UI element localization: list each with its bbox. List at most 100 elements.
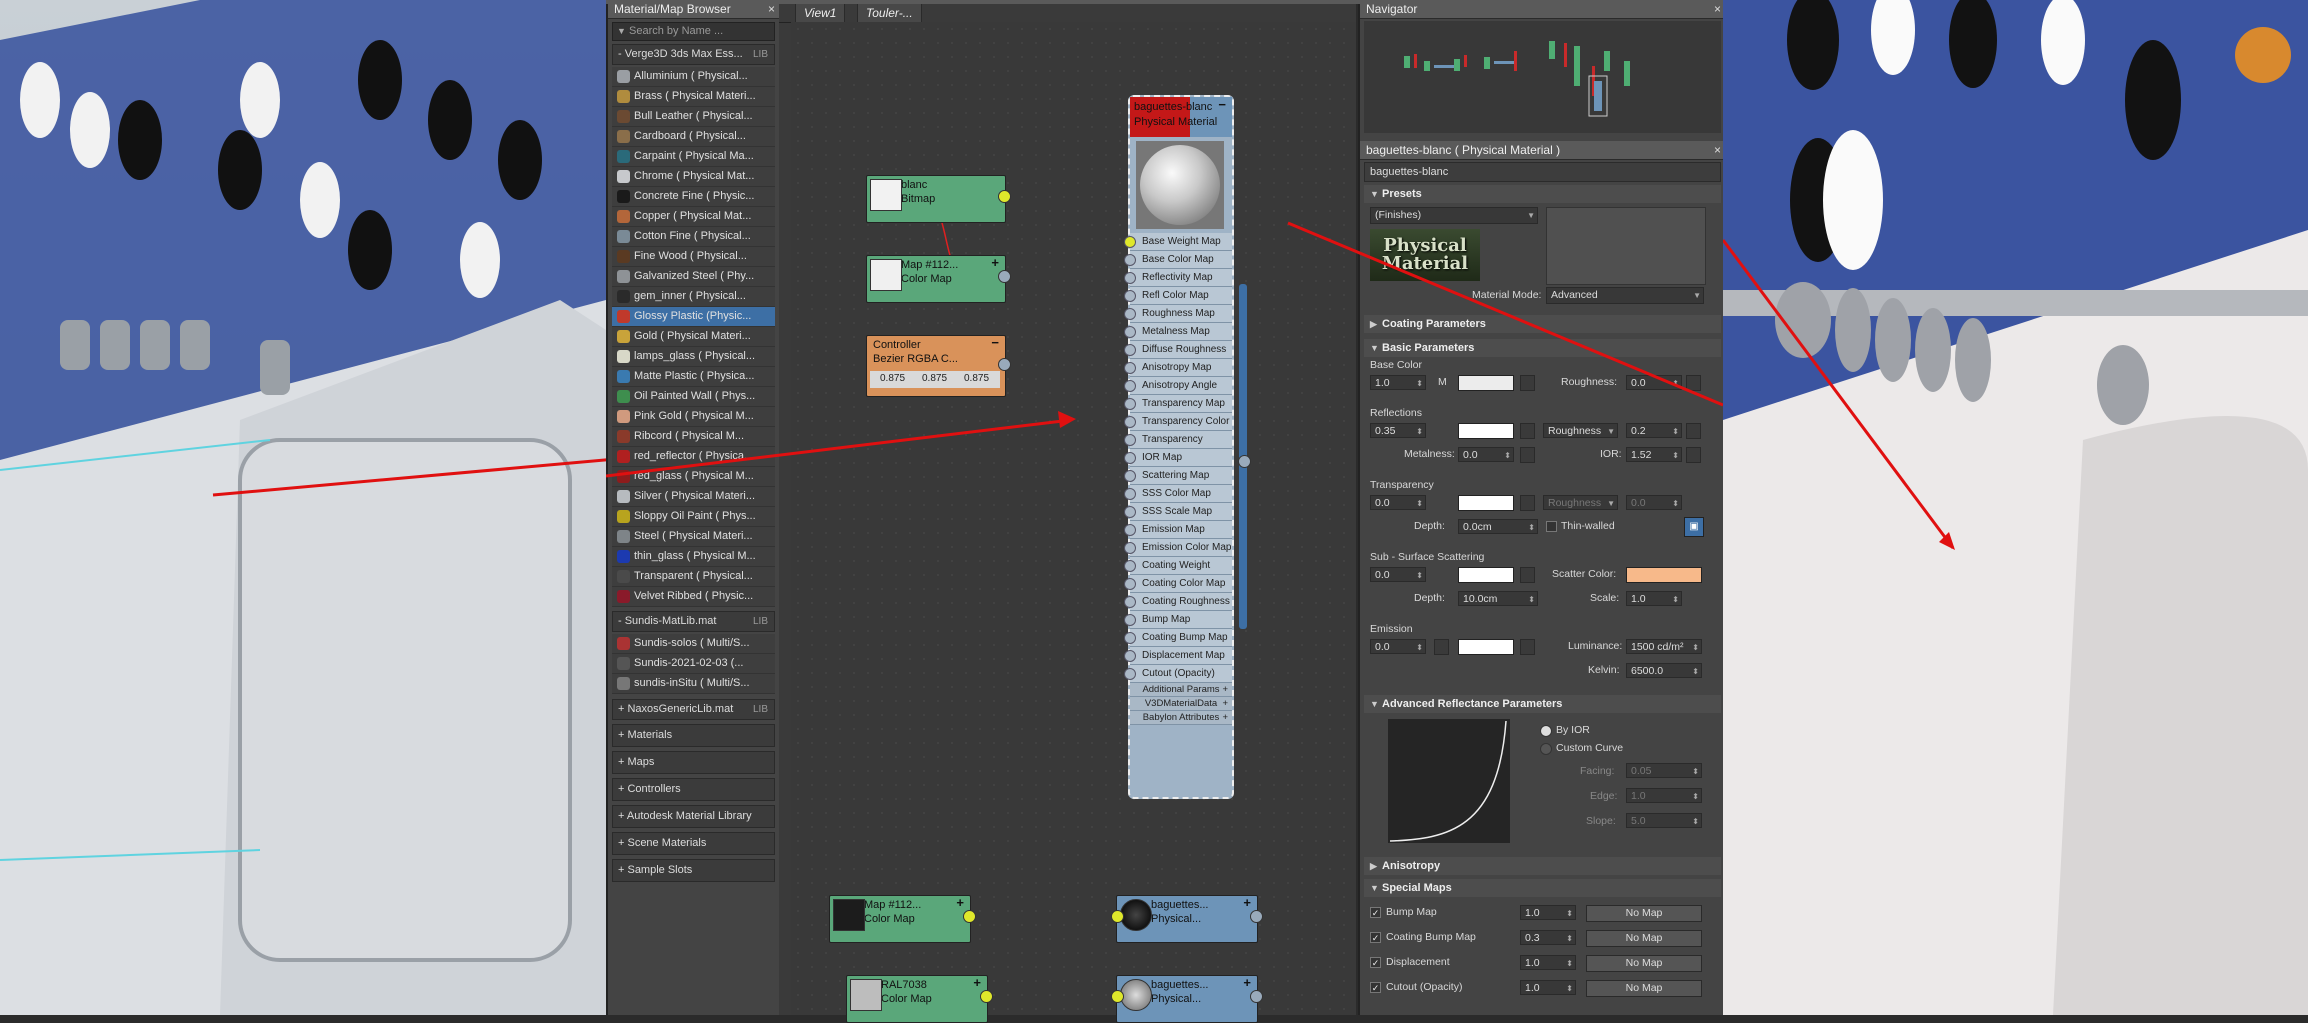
transparency-roughness-dropdown[interactable]: Roughness ▼ <box>1543 495 1618 510</box>
map-button[interactable] <box>1686 447 1701 463</box>
input-socket[interactable] <box>1124 344 1136 356</box>
output-socket[interactable] <box>998 270 1011 283</box>
rollout-anisotropy[interactable]: ▶ Anisotropy <box>1364 857 1721 875</box>
special-map-spinner[interactable]: 0.3 ⬍ <box>1520 930 1576 945</box>
node-baguettes-physical-3[interactable]: baguettes... Physical... + <box>1111 975 1263 1023</box>
input-slot[interactable]: Emission Map <box>1124 521 1232 539</box>
input-socket[interactable] <box>1124 236 1136 248</box>
material-mode-dropdown[interactable]: Advanced ▼ <box>1546 287 1704 304</box>
special-map-checkbox[interactable]: ✓ <box>1370 982 1381 993</box>
output-socket[interactable] <box>1250 910 1263 923</box>
input-slot[interactable]: Roughness Map <box>1124 305 1232 323</box>
collapse-icon[interactable]: − <box>991 336 999 350</box>
library-header-verge3d[interactable]: - Verge3D 3ds Max Ess... LIB <box>612 44 775 65</box>
input-socket[interactable] <box>1124 632 1136 644</box>
input-slot[interactable]: Coating Color Map <box>1124 575 1232 593</box>
no-map-button[interactable]: No Map <box>1586 980 1702 997</box>
map-button[interactable] <box>1434 639 1449 655</box>
thin-walled-checkbox[interactable] <box>1546 521 1557 532</box>
material-item[interactable]: Fine Wood ( Physical... <box>612 247 775 267</box>
input-socket[interactable] <box>1124 560 1136 572</box>
output-socket[interactable] <box>980 990 993 1003</box>
material-item[interactable]: Sloppy Oil Paint ( Phys... <box>612 507 775 527</box>
node-controller-bezier[interactable]: Controller Bezier RGBA C... − 0.875 0.875 … <box>866 335 1011 397</box>
input-socket[interactable] <box>1111 910 1124 923</box>
input-slot[interactable]: Cutout (Opacity) Map <box>1124 665 1232 696</box>
material-item[interactable]: thin_glass ( Physical M... <box>612 547 775 567</box>
input-slot[interactable]: Reflectivity Map <box>1124 269 1232 287</box>
transparency-color-swatch[interactable] <box>1458 495 1514 511</box>
material-item[interactable]: red_reflector ( Physica... <box>612 447 775 467</box>
input-socket[interactable] <box>1124 596 1136 608</box>
input-socket[interactable] <box>1124 452 1136 464</box>
input-socket[interactable] <box>1124 254 1136 266</box>
input-slot[interactable]: Diffuse Roughness Map <box>1124 341 1232 372</box>
map-button[interactable] <box>1520 639 1535 655</box>
material-item[interactable]: Oil Painted Wall ( Phys... <box>612 387 775 407</box>
tab-view1[interactable]: View1 <box>795 3 846 22</box>
node-canvas[interactable]: blanc Bitmap Map #112... Color Map + Contro… <box>791 22 1356 1023</box>
expand-icon[interactable]: + <box>1222 683 1228 696</box>
node-map-color-map-1[interactable]: Map #112... Color Map + <box>866 255 1011 303</box>
by-ior-radio[interactable] <box>1540 725 1552 737</box>
material-name-field[interactable]: baguettes-blanc <box>1364 162 1721 182</box>
input-slot[interactable]: Coating Bump Map <box>1124 629 1232 647</box>
input-slot[interactable]: Bump Map <box>1124 611 1232 629</box>
close-icon[interactable]: × <box>1714 141 1721 159</box>
material-item[interactable]: Brass ( Physical Materi... <box>612 87 775 107</box>
input-socket[interactable] <box>1124 470 1136 482</box>
input-slot[interactable]: Transparency Map <box>1124 395 1232 413</box>
finishes-dropdown[interactable]: (Finishes) ▼ <box>1370 207 1538 224</box>
input-slot[interactable]: SSS Scale Map <box>1124 503 1232 521</box>
material-item[interactable]: Velvet Ribbed ( Physic... <box>612 587 775 607</box>
material-item[interactable]: Copper ( Physical Mat... <box>612 207 775 227</box>
sss-color-swatch[interactable] <box>1458 567 1514 583</box>
input-slot[interactable]: Anisotropy Map <box>1124 359 1232 377</box>
browser-section-header[interactable]: + Autodesk Material Library <box>612 805 775 828</box>
map-button[interactable] <box>1686 375 1701 391</box>
param-group[interactable]: Babylon Attributes + <box>1130 711 1232 725</box>
output-socket[interactable] <box>963 910 976 923</box>
left-viewport[interactable] <box>0 0 606 1015</box>
input-slot[interactable]: SSS Color Map <box>1124 485 1232 503</box>
base-roughness-spinner[interactable]: 0.0 ⬍ <box>1626 375 1682 390</box>
facing-spinner[interactable]: 0.05 ⬍ <box>1626 763 1702 778</box>
output-socket[interactable] <box>998 190 1011 203</box>
material-item[interactable]: Galvanized Steel ( Phy... <box>612 267 775 287</box>
special-map-spinner[interactable]: 1.0 ⬍ <box>1520 905 1576 920</box>
ior-spinner[interactable]: 1.52 ⬍ <box>1626 447 1682 462</box>
special-map-checkbox[interactable]: ✓ <box>1370 907 1381 918</box>
material-item[interactable]: sundis-inSitu ( Multi/S... <box>612 674 775 694</box>
input-socket[interactable] <box>1124 380 1136 392</box>
material-item[interactable]: Concrete Fine ( Physic... <box>612 187 775 207</box>
emission-color-swatch[interactable] <box>1458 639 1514 655</box>
collapse-icon[interactable]: − <box>1218 97 1226 112</box>
input-slot[interactable]: Coating Weight Map <box>1124 557 1232 588</box>
custom-curve-radio[interactable] <box>1540 743 1552 755</box>
material-item[interactable]: Silver ( Physical Materi... <box>612 487 775 507</box>
tab-touler[interactable]: Touler-... <box>857 3 922 22</box>
input-socket[interactable] <box>1124 488 1136 500</box>
material-item[interactable]: Glossy Plastic (Physic... <box>612 307 775 327</box>
special-map-checkbox[interactable]: ✓ <box>1370 957 1381 968</box>
expand-icon[interactable]: + <box>991 256 999 270</box>
material-item[interactable]: lamps_glass ( Physical... <box>612 347 775 367</box>
material-item[interactable]: Gold ( Physical Materi... <box>612 327 775 347</box>
map-button[interactable] <box>1686 423 1701 439</box>
reflection-color-swatch[interactable] <box>1458 423 1514 439</box>
input-slot[interactable]: Coating Roughness Map <box>1124 593 1232 624</box>
map-button[interactable] <box>1520 375 1535 391</box>
output-socket[interactable] <box>1238 455 1251 468</box>
input-slot[interactable]: Anisotropy Angle Map <box>1124 377 1232 408</box>
expand-icon[interactable]: + <box>1243 976 1251 990</box>
input-socket[interactable] <box>1124 362 1136 374</box>
expand-icon[interactable]: + <box>956 896 964 910</box>
base-weight-spinner[interactable]: 1.0 ⬍ <box>1370 375 1426 390</box>
library-header-sundis[interactable]: - Sundis-MatLib.mat LIB <box>612 611 775 632</box>
material-item[interactable]: Cardboard ( Physical... <box>612 127 775 147</box>
rgba-values[interactable]: 0.875 0.875 0.875 <box>870 371 1000 388</box>
dropdown-arrow-icon[interactable]: ▼ <box>617 23 626 40</box>
expand-icon[interactable]: + <box>1222 697 1228 710</box>
no-map-button[interactable]: No Map <box>1586 905 1702 922</box>
input-slot[interactable]: Scattering Map <box>1124 467 1232 485</box>
